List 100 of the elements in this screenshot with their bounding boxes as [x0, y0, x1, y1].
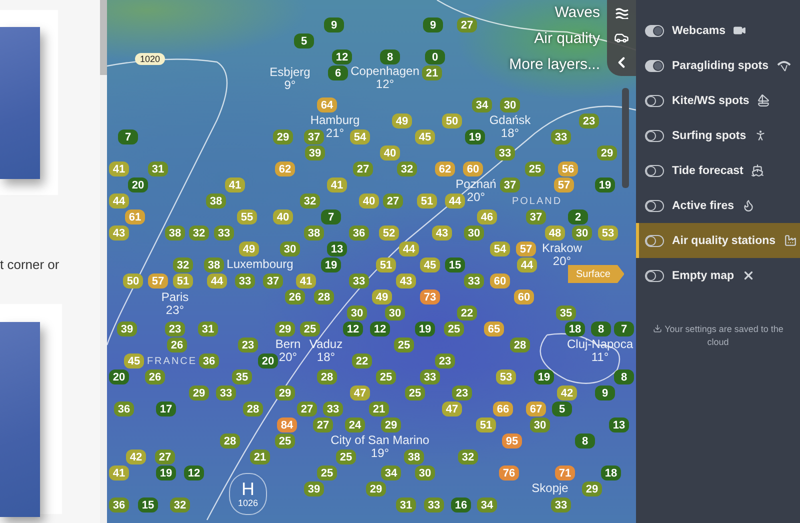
- air-quality-marker[interactable]: 21: [422, 66, 442, 80]
- air-quality-marker[interactable]: 57: [554, 178, 574, 192]
- air-quality-marker[interactable]: 30: [415, 466, 435, 480]
- air-quality-marker[interactable]: 12: [343, 322, 363, 336]
- air-quality-marker[interactable]: 31: [148, 162, 168, 176]
- air-quality-marker[interactable]: 29: [189, 386, 209, 400]
- air-quality-marker[interactable]: 30: [464, 226, 484, 240]
- air-quality-marker[interactable]: 55: [237, 210, 257, 224]
- air-quality-marker[interactable]: 33: [349, 274, 369, 288]
- air-quality-marker[interactable]: 60: [514, 290, 534, 304]
- air-quality-marker[interactable]: 9: [595, 386, 615, 400]
- air-quality-marker[interactable]: 12: [184, 466, 204, 480]
- air-quality-marker[interactable]: 38: [404, 450, 424, 464]
- overlay-row[interactable]: Surfing spots: [636, 118, 800, 153]
- air-quality-marker[interactable]: 25: [525, 162, 545, 176]
- air-quality-marker[interactable]: 39: [304, 482, 324, 496]
- air-quality-marker[interactable]: 21: [250, 450, 270, 464]
- scroll-bar[interactable]: [100, 0, 107, 75]
- air-quality-marker[interactable]: 30: [500, 98, 520, 112]
- air-quality-marker[interactable]: 38: [165, 226, 185, 240]
- air-quality-marker[interactable]: 23: [238, 338, 258, 352]
- air-quality-marker[interactable]: 56: [558, 162, 578, 176]
- air-quality-marker[interactable]: 8: [614, 370, 634, 384]
- air-quality-marker[interactable]: 13: [609, 418, 629, 432]
- air-quality-marker[interactable]: 43: [432, 226, 452, 240]
- air-quality-marker[interactable]: 26: [285, 290, 305, 304]
- air-quality-marker[interactable]: 8: [575, 434, 595, 448]
- air-quality-marker[interactable]: 38: [304, 226, 324, 240]
- air-quality-marker[interactable]: 76: [499, 466, 519, 480]
- air-quality-marker[interactable]: 43: [109, 226, 129, 240]
- air-quality-marker[interactable]: 17: [156, 402, 176, 416]
- air-quality-marker[interactable]: 21: [369, 402, 389, 416]
- air-quality-marker[interactable]: 29: [273, 130, 293, 144]
- air-quality-marker[interactable]: 29: [366, 482, 386, 496]
- air-quality-marker[interactable]: 12: [332, 50, 352, 64]
- air-quality-marker[interactable]: 30: [572, 226, 592, 240]
- air-quality-marker[interactable]: 43: [396, 274, 416, 288]
- air-quality-marker[interactable]: 25: [275, 434, 295, 448]
- air-quality-marker[interactable]: 25: [336, 450, 356, 464]
- air-quality-marker[interactable]: 8: [591, 322, 611, 336]
- air-quality-marker[interactable]: 25: [317, 466, 337, 480]
- toggle-switch[interactable]: [645, 270, 664, 282]
- air-quality-marker[interactable]: 27: [457, 18, 477, 32]
- air-quality-marker[interactable]: 25: [405, 386, 425, 400]
- air-quality-marker[interactable]: 28: [243, 402, 263, 416]
- air-quality-marker[interactable]: 52: [379, 226, 399, 240]
- air-quality-marker[interactable]: 51: [417, 194, 437, 208]
- air-quality-marker[interactable]: 26: [145, 370, 165, 384]
- air-quality-marker[interactable]: 32: [397, 162, 417, 176]
- air-quality-marker[interactable]: 36: [199, 354, 219, 368]
- layer-label[interactable]: Waves: [554, 0, 600, 26]
- air-quality-marker[interactable]: 40: [273, 210, 293, 224]
- air-quality-marker[interactable]: 51: [173, 274, 193, 288]
- air-quality-marker[interactable]: 30: [280, 242, 300, 256]
- air-quality-marker[interactable]: 29: [275, 386, 295, 400]
- air-quality-marker[interactable]: 54: [350, 130, 370, 144]
- air-quality-marker[interactable]: 33: [214, 226, 234, 240]
- air-quality-marker[interactable]: 32: [170, 498, 190, 512]
- layer-label[interactable]: More layers...: [509, 52, 600, 78]
- air-quality-marker[interactable]: 42: [126, 450, 146, 464]
- air-quality-marker[interactable]: 44: [207, 274, 227, 288]
- air-quality-marker[interactable]: 27: [353, 162, 373, 176]
- air-quality-marker[interactable]: 29: [381, 418, 401, 432]
- air-quality-marker[interactable]: 37: [526, 210, 546, 224]
- air-quality-marker[interactable]: 23: [579, 114, 599, 128]
- air-quality-marker[interactable]: 60: [490, 274, 510, 288]
- air-quality-marker[interactable]: 5: [552, 402, 572, 416]
- air-quality-marker[interactable]: 44: [399, 242, 419, 256]
- air-quality-marker[interactable]: 44: [445, 194, 465, 208]
- air-quality-marker[interactable]: 9: [423, 18, 443, 32]
- toggle-switch[interactable]: [645, 24, 664, 36]
- air-quality-marker[interactable]: 33: [464, 274, 484, 288]
- air-quality-marker[interactable]: 16: [451, 498, 471, 512]
- air-quality-marker[interactable]: 19: [595, 178, 615, 192]
- air-quality-marker[interactable]: 23: [452, 386, 472, 400]
- air-quality-marker[interactable]: 71: [555, 466, 575, 480]
- air-quality-marker[interactable]: 33: [551, 130, 571, 144]
- air-quality-marker[interactable]: 57: [516, 242, 536, 256]
- air-quality-marker[interactable]: 61: [125, 210, 145, 224]
- air-quality-marker[interactable]: 32: [458, 450, 478, 464]
- air-quality-marker[interactable]: 54: [490, 242, 510, 256]
- air-quality-marker[interactable]: 26: [167, 338, 187, 352]
- surface-tag[interactable]: Surface: [568, 265, 624, 283]
- air-quality-marker[interactable]: 19: [465, 130, 485, 144]
- air-quality-marker[interactable]: 30: [385, 306, 405, 320]
- air-quality-marker[interactable]: 7: [118, 130, 138, 144]
- air-quality-marker[interactable]: 44: [109, 194, 129, 208]
- air-quality-marker[interactable]: 41: [109, 466, 129, 480]
- air-quality-marker[interactable]: 27: [155, 450, 175, 464]
- overlay-row[interactable]: Webcams: [636, 13, 800, 48]
- air-quality-marker[interactable]: 64: [317, 98, 337, 112]
- air-quality-marker[interactable]: 31: [198, 322, 218, 336]
- air-quality-marker[interactable]: 29: [597, 146, 617, 160]
- air-quality-marker[interactable]: 35: [232, 370, 252, 384]
- air-quality-marker[interactable]: 49: [239, 242, 259, 256]
- air-quality-marker[interactable]: 47: [442, 402, 462, 416]
- air-quality-marker[interactable]: 19: [321, 258, 341, 272]
- toggle-switch[interactable]: [645, 94, 664, 106]
- air-quality-marker[interactable]: 28: [317, 370, 337, 384]
- air-quality-marker[interactable]: 53: [496, 370, 516, 384]
